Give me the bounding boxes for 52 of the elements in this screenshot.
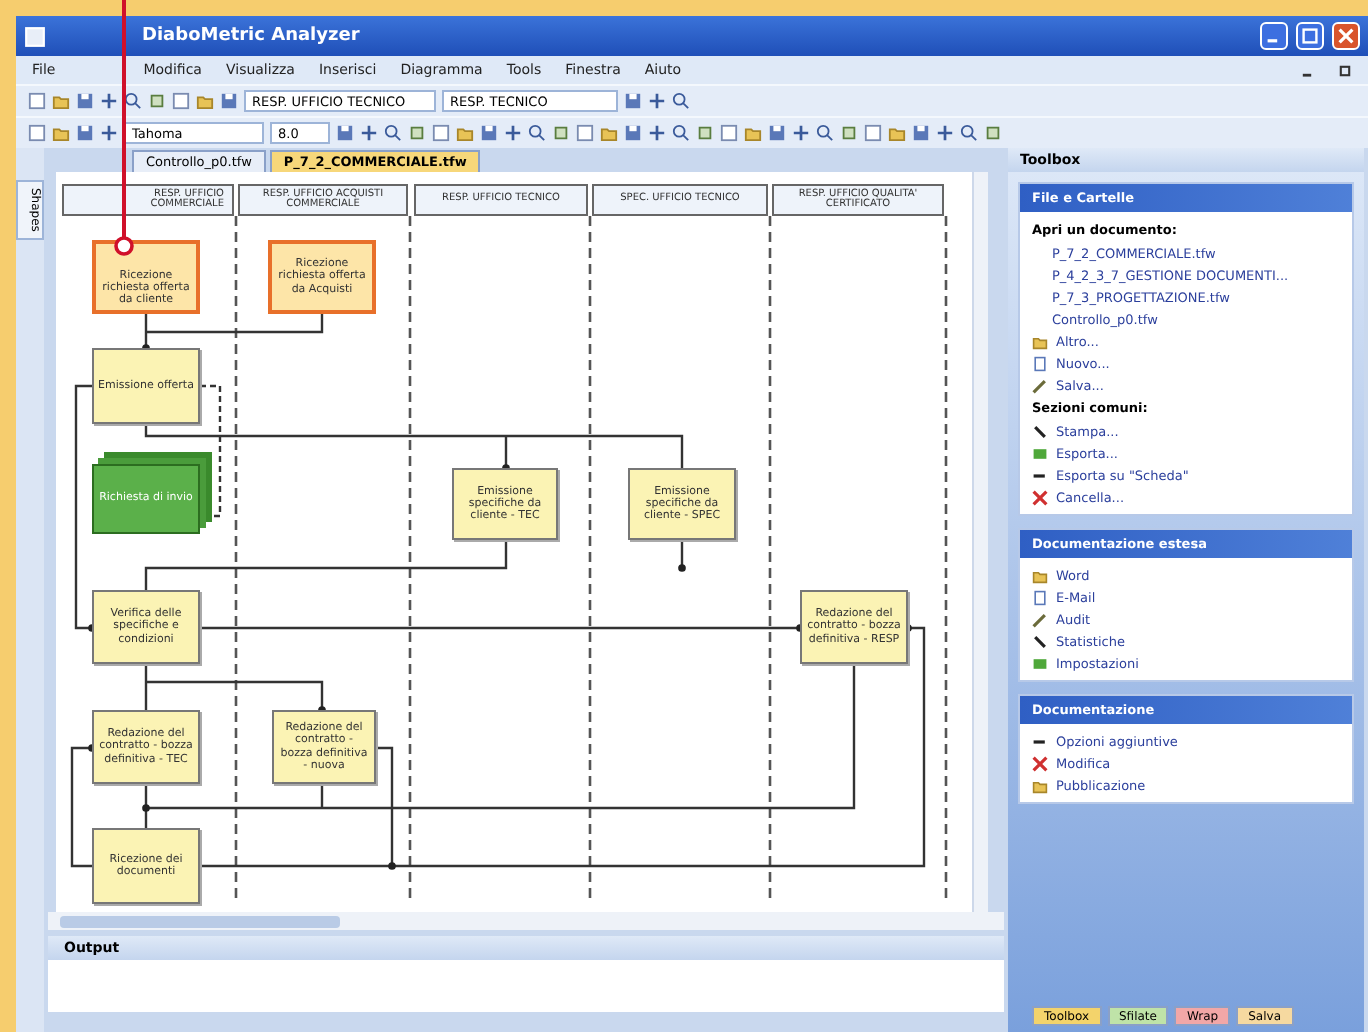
page-icon [432,124,450,142]
search-icon [124,92,142,110]
folder-icon [1032,567,1048,583]
plus-icon [504,124,522,142]
search-icon [816,124,834,142]
folder-icon [1032,777,1048,793]
shape-icon [552,124,570,142]
search-icon [384,124,402,142]
shape-icon [840,124,858,142]
plus-icon [360,124,378,142]
search-icon [672,92,690,110]
box-icon [1032,445,1048,461]
search-icon [672,124,690,142]
window-title: DiaboMetric Analyzer [140,26,362,46]
scrollbar[interactable] [48,912,1004,930]
plus-icon [100,92,118,110]
close-button[interactable] [1332,22,1360,50]
shape-icon [696,124,714,142]
plus-icon [936,124,954,142]
page-icon [720,124,738,142]
restore-icon [1338,63,1352,77]
folder-icon [1032,333,1048,349]
plus-icon [792,124,810,142]
cross-icon [1032,489,1048,505]
maximize-button[interactable] [1296,22,1324,50]
folder-icon [196,92,214,110]
shape-icon [148,92,166,110]
page-icon [1032,589,1048,605]
folder-icon [744,124,762,142]
plus-icon [648,92,666,110]
folder-icon [888,124,906,142]
cross-icon [1032,755,1048,771]
page-icon [1032,355,1048,371]
search-icon [960,124,978,142]
maximize-icon [1302,28,1318,44]
close-icon [1338,28,1354,44]
minimize-button[interactable] [1260,22,1288,50]
search-icon [528,124,546,142]
page-icon [576,124,594,142]
folder-icon [456,124,474,142]
folder-icon [600,124,618,142]
pencil-icon [1032,611,1048,627]
connector-line [70,744,96,868]
shape-icon [408,124,426,142]
shape-icon [984,124,1002,142]
plus-icon [100,124,118,142]
pencil-icon [1032,377,1048,393]
page-icon [864,124,882,142]
plus-icon [648,124,666,142]
app-icon [24,25,46,47]
box-icon [1032,655,1048,671]
page-icon [172,92,190,110]
